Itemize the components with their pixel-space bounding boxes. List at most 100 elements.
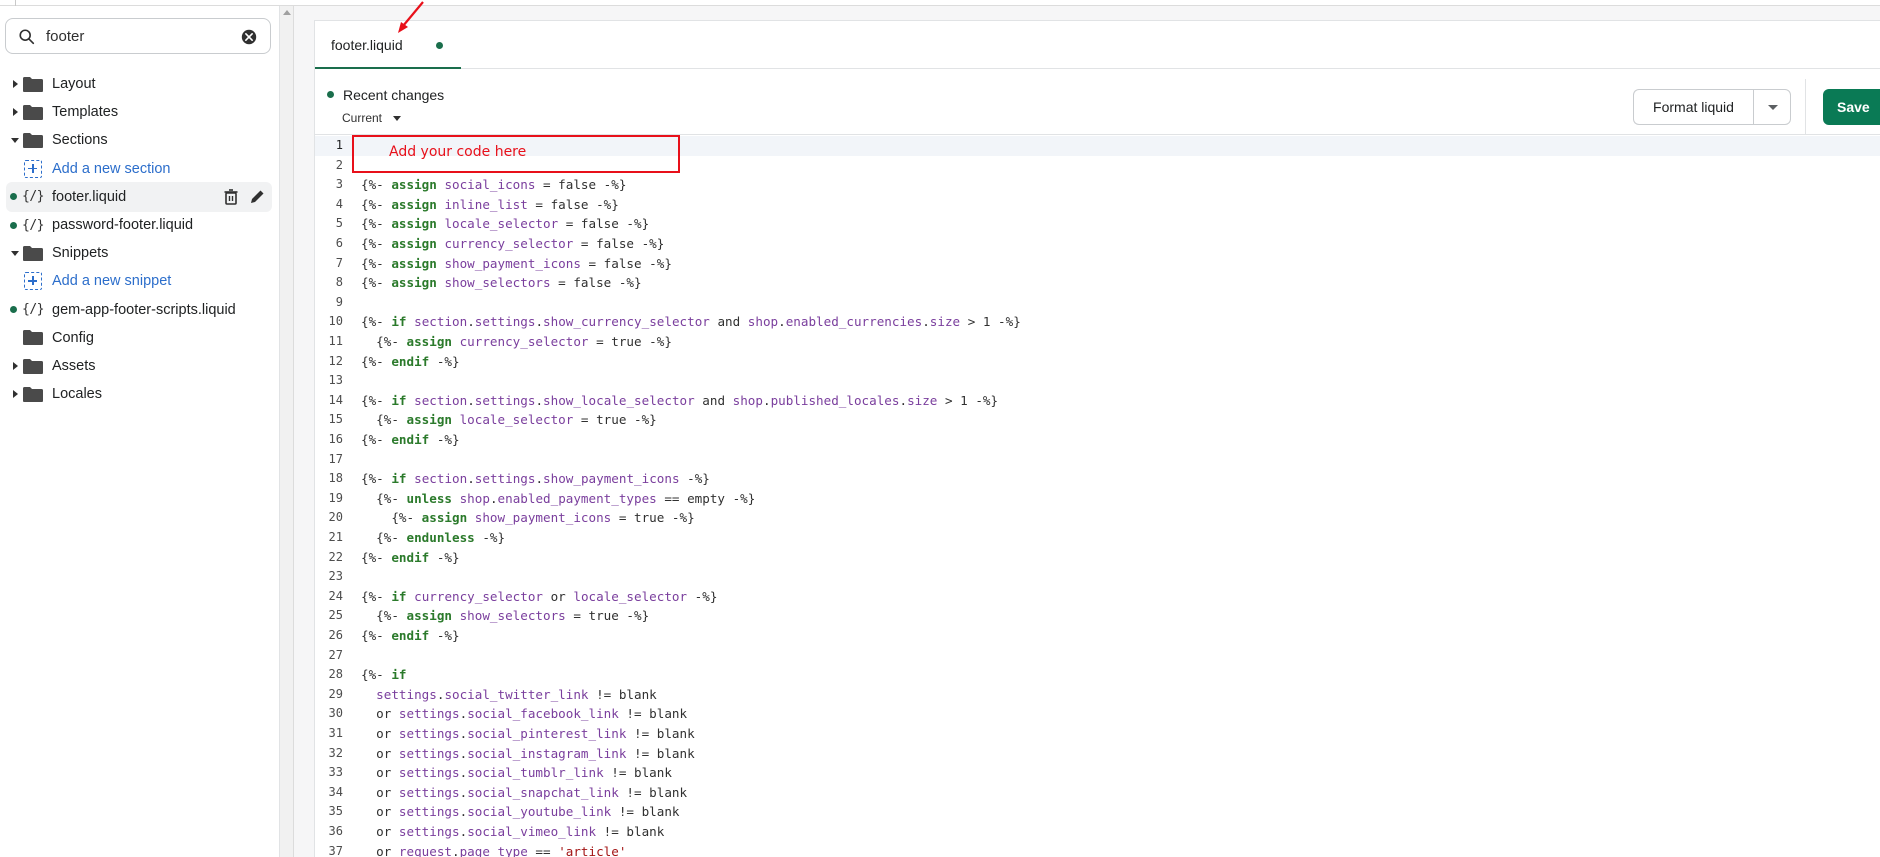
code-line[interactable]: {%- endif -%} [361, 550, 460, 565]
add-file-icon [24, 159, 42, 178]
tree-item-label: Add a new section [52, 160, 171, 177]
code-line[interactable]: {%- assign show_payment_icons = false -%… [361, 256, 672, 271]
tree-item-label: Config [52, 329, 94, 346]
code-line[interactable]: {%- assign locale_selector = true -%} [361, 412, 657, 427]
line-number: 23 [328, 569, 343, 584]
search-box[interactable]: footer [5, 18, 271, 54]
folder-sections[interactable]: Sections [0, 125, 272, 155]
code-line[interactable]: or settings.social_facebook_link != blan… [361, 706, 687, 721]
tree-item-label: password-footer.liquid [52, 217, 194, 233]
code-line[interactable]: {%- unless shop.enabled_payment_types ==… [361, 491, 755, 506]
code-line[interactable]: {%- assign social_icons = false -%} [361, 177, 626, 192]
folder-icon [23, 358, 43, 374]
tree-item-label: Templates [52, 104, 119, 121]
add-a-new-section[interactable]: Add a new section [0, 154, 272, 184]
recent-changes-label[interactable]: Recent changes [343, 87, 444, 103]
code-line[interactable]: {%- endunless -%} [361, 530, 505, 545]
liquid-file-icon: {/} [22, 189, 44, 205]
code-line[interactable]: {%- assign currency_selector = true -%} [361, 334, 672, 349]
folder-icon [23, 132, 43, 148]
tab-footer-liquid[interactable]: footer.liquid [315, 21, 461, 69]
code-line[interactable]: or settings.social_tumblr_link != blank [361, 765, 672, 780]
format-liquid-button[interactable]: Format liquid [1633, 89, 1753, 125]
sidebar-splitter[interactable] [280, 6, 294, 857]
caret-right-icon[interactable] [10, 107, 20, 117]
code-line[interactable]: {%- endif -%} [361, 432, 460, 447]
line-number: 17 [328, 451, 343, 466]
code-line[interactable]: settings.social_twitter_link != blank [361, 687, 657, 702]
folder-locales[interactable]: Locales [0, 379, 272, 409]
line-number: 31 [328, 726, 343, 740]
folder-config[interactable]: Config [0, 323, 272, 353]
trash-icon[interactable] [222, 188, 240, 206]
code-line[interactable]: {%- assign locale_selector = false -%} [361, 216, 649, 231]
code-line[interactable]: {%- if section.settings.show_payment_ico… [361, 471, 710, 486]
tab-bar: footer.liquid [315, 21, 1880, 69]
folder-icon [23, 104, 43, 120]
code-line[interactable]: {%- if currency_selector or locale_selec… [361, 589, 717, 604]
scroll-up-arrow-icon[interactable] [283, 10, 291, 15]
line-number: 29 [328, 686, 343, 701]
line-number: 7 [335, 255, 343, 270]
code-line[interactable]: {%- assign inline_list = false -%} [361, 197, 619, 212]
folder-icon [23, 76, 43, 92]
code-line[interactable]: {%- assign show_selectors = true -%} [361, 608, 649, 623]
folder-templates[interactable]: Templates [0, 97, 272, 127]
line-number: 33 [328, 765, 343, 780]
code-line[interactable]: {%- if section.settings.show_currency_se… [361, 314, 1021, 329]
line-number: 19 [328, 490, 343, 505]
file-password-footer-liquid[interactable]: {/} password-footer.liquid [0, 210, 272, 240]
folder-icon [23, 245, 43, 261]
line-number: 6 [335, 236, 343, 250]
code-line[interactable]: {%- if [361, 667, 407, 682]
code-line[interactable]: or settings.social_pinterest_link != bla… [361, 726, 695, 741]
code-line[interactable]: {%- assign currency_selector = false -%} [361, 236, 664, 251]
save-button[interactable]: Save [1823, 89, 1880, 125]
line-number: 10 [328, 314, 343, 329]
folder-layout[interactable]: Layout [0, 69, 272, 99]
caret-right-icon[interactable] [10, 389, 20, 399]
code-line[interactable]: {%- if section.settings.show_locale_sele… [361, 393, 998, 408]
folder-snippets[interactable]: Snippets [0, 238, 272, 268]
code-line[interactable]: or settings.social_snapchat_link != blan… [361, 785, 687, 800]
annotation-arrow-icon [398, 1, 424, 33]
search-icon [19, 29, 35, 45]
version-caret-icon[interactable] [393, 116, 401, 121]
line-number: 14 [328, 392, 343, 407]
chevron-down-icon [1768, 105, 1778, 110]
file-footer-liquid[interactable]: {/} footer.liquid [6, 181, 272, 212]
version-select[interactable]: Current [342, 111, 382, 125]
tree-item-label: Add a new snippet [52, 273, 172, 290]
caret-right-icon[interactable] [10, 361, 20, 371]
pencil-icon[interactable] [248, 188, 266, 206]
folder-icon [23, 330, 43, 346]
line-number: 32 [328, 745, 343, 760]
code-editor[interactable]: 1 2 3 {%- assign social_icons = false -%} 4{… [315, 136, 1880, 857]
liquid-file-icon: {/} [22, 217, 44, 233]
caret-down-icon[interactable] [10, 135, 20, 145]
code-line[interactable]: {%- endif -%} [361, 628, 460, 643]
add-a-new-snippet[interactable]: Add a new snippet [0, 266, 272, 296]
code-line[interactable]: {%- endif -%} [361, 354, 460, 369]
code-line[interactable]: or settings.social_vimeo_link != blank [361, 824, 664, 839]
clear-search-icon[interactable] [240, 28, 258, 46]
line-number: 20 [328, 510, 343, 525]
code-line[interactable]: or settings.social_instagram_link != bla… [361, 746, 695, 761]
code-line[interactable]: or request.page_type == 'article' [361, 844, 626, 857]
line-number: 27 [328, 647, 343, 662]
format-options-dropdown[interactable] [1753, 89, 1791, 125]
code-line[interactable]: {%- assign show_selectors = false -%} [361, 275, 642, 290]
tree-item-label: Assets [52, 358, 96, 374]
search-input[interactable]: footer [46, 28, 84, 45]
annotation-text: Add your code here [389, 144, 527, 160]
code-line[interactable]: {%- assign show_payment_icons = true -%} [361, 510, 694, 525]
line-number: 16 [328, 432, 343, 446]
file-gem-app-footer-scripts-liquid[interactable]: {/} gem-app-footer-scripts.liquid [0, 295, 272, 325]
caret-down-icon[interactable] [10, 248, 20, 258]
line-number: 1 [335, 138, 343, 152]
caret-right-icon[interactable] [10, 79, 20, 89]
line-number: 22 [328, 549, 343, 564]
folder-assets[interactable]: Assets [0, 351, 272, 381]
code-line[interactable]: or settings.social_youtube_link != blank [361, 804, 679, 819]
liquid-file-icon: {/} [22, 302, 44, 318]
